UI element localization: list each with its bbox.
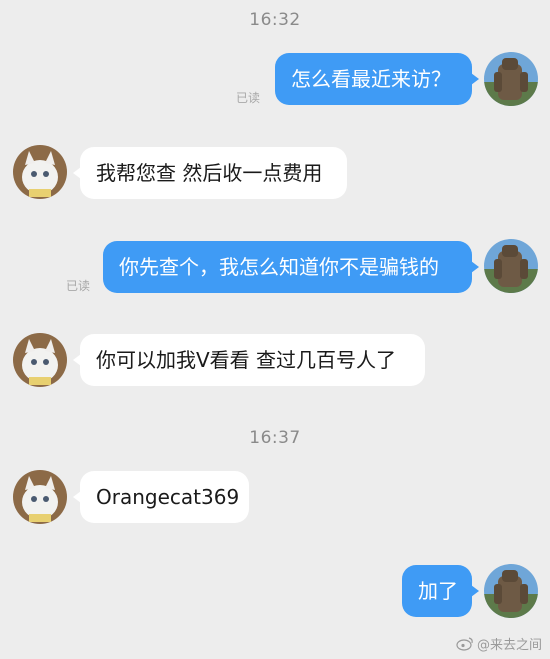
watermark: @来去之间 bbox=[456, 634, 542, 653]
self-avatar-icon[interactable] bbox=[484, 52, 538, 106]
read-receipt: 已读 bbox=[66, 279, 91, 293]
message-bubble-incoming[interactable]: 你可以加我V看看 查过几百号人了 bbox=[73, 334, 425, 386]
timestamp: 16:37 bbox=[249, 428, 301, 448]
self-avatar-icon[interactable] bbox=[484, 239, 538, 293]
other-avatar-icon[interactable] bbox=[13, 145, 67, 199]
message-bubble-outgoing[interactable]: 怎么看最近来访？ bbox=[275, 53, 479, 105]
read-receipt: 已读 bbox=[236, 91, 261, 105]
chat-view: 16:32 怎么看最近来访？ 已读 我帮您查 然后收一点费用 你先查个，我怎么知… bbox=[0, 0, 550, 659]
self-avatar-icon[interactable] bbox=[484, 564, 538, 618]
timestamp: 16:32 bbox=[249, 10, 301, 30]
message-bubble-incoming[interactable]: 我帮您查 然后收一点费用 bbox=[73, 147, 347, 199]
weibo-icon bbox=[456, 636, 474, 651]
other-avatar-icon[interactable] bbox=[13, 333, 67, 387]
message-bubble-incoming[interactable]: Orangecat369 bbox=[73, 471, 249, 523]
message-bubble-outgoing[interactable]: 加了 bbox=[402, 565, 479, 617]
watermark-text: @来去之间 bbox=[476, 638, 542, 653]
message-bubble-outgoing[interactable]: 你先查个，我怎么知道你不是骗钱的 bbox=[103, 241, 479, 293]
other-avatar-icon[interactable] bbox=[13, 470, 67, 524]
